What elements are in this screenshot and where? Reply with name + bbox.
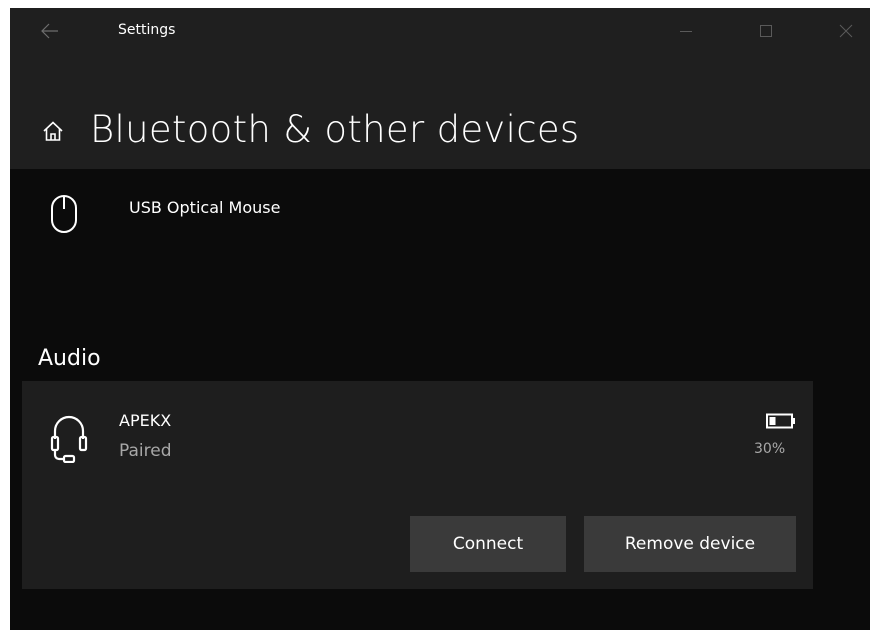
device-status: Paired (119, 441, 172, 461)
settings-window: Settings Bluetooth & other devices USB O… (10, 8, 870, 630)
connect-button[interactable]: Connect (410, 516, 566, 572)
back-button[interactable] (32, 16, 68, 46)
maximize-icon (760, 25, 772, 37)
back-arrow-icon (41, 23, 58, 39)
minimize-button[interactable] (664, 16, 708, 46)
remove-device-button[interactable]: Remove device (584, 516, 796, 572)
close-icon (839, 24, 853, 38)
minimize-icon (680, 31, 692, 32)
battery-percent: 30% (754, 441, 786, 457)
device-name: APEKX (119, 411, 172, 430)
maximize-button[interactable] (744, 16, 788, 46)
mouse-icon (51, 195, 77, 233)
title-bar: Settings (10, 8, 870, 56)
device-item-mouse[interactable]: USB Optical Mouse (32, 186, 832, 266)
close-button[interactable] (824, 16, 868, 46)
home-icon[interactable] (42, 120, 64, 142)
battery-fill (769, 417, 776, 425)
app-title: Settings (118, 22, 176, 38)
device-item-headset[interactable]: APEKX Paired 30% Connect Remove device (22, 381, 813, 589)
page-title: Bluetooth & other devices (90, 107, 580, 151)
section-heading-audio: Audio (38, 346, 101, 371)
headset-icon (50, 415, 88, 463)
device-name: USB Optical Mouse (129, 198, 281, 217)
page-heading: Bluetooth & other devices (42, 104, 579, 154)
battery-icon (766, 413, 795, 429)
